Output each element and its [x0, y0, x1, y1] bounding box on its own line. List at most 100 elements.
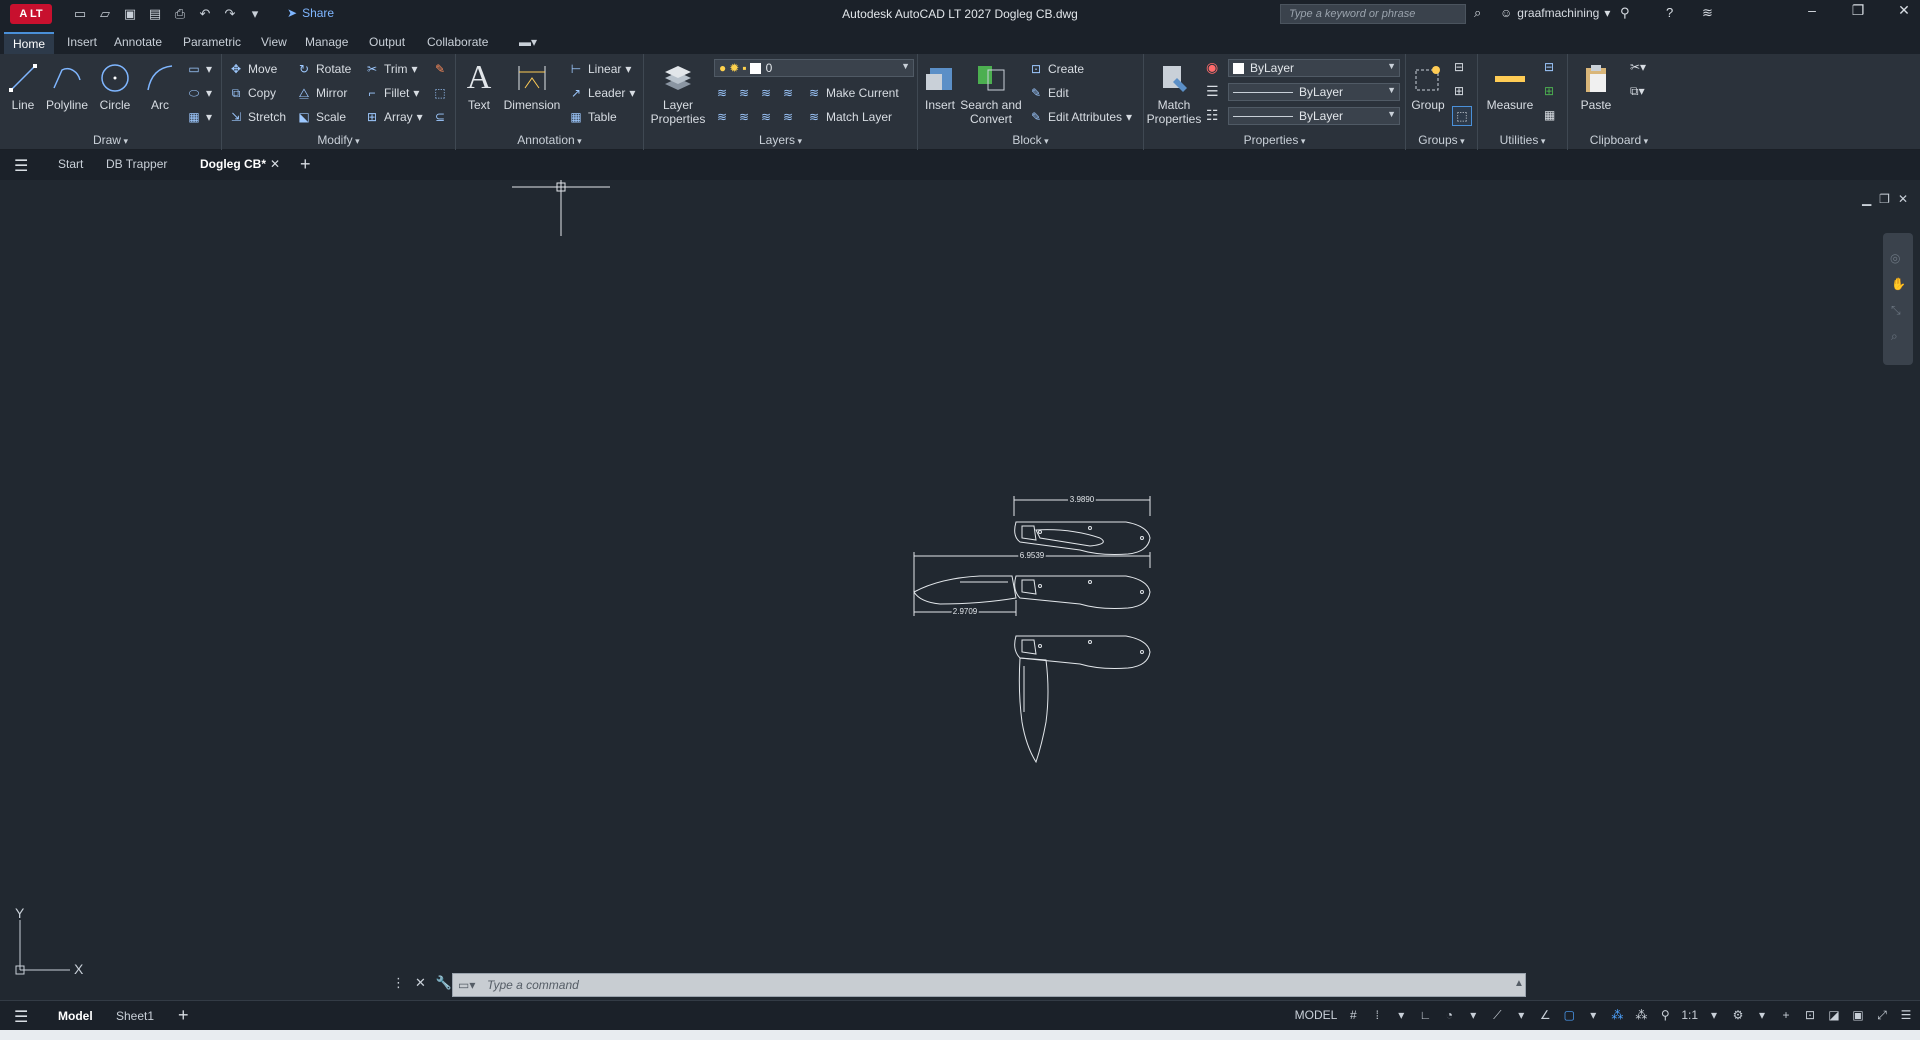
table-button[interactable]: ▦ Table — [568, 108, 616, 126]
tab-db-trapper[interactable]: DB Trapper — [106, 157, 167, 171]
explode-button[interactable]: ⬚ — [432, 84, 448, 102]
pan-icon[interactable]: ✋ — [1891, 277, 1906, 291]
layer-lock-icon[interactable]: ≋ — [780, 85, 796, 101]
object-snap-tracking-icon[interactable]: ∠ — [1537, 1007, 1553, 1023]
dimension-button[interactable]: Dimension — [500, 58, 564, 112]
match-properties-button[interactable]: Match Properties — [1146, 58, 1202, 126]
edit-block-button[interactable]: ✎ Edit — [1028, 84, 1069, 102]
new-tab-icon[interactable]: + — [300, 154, 311, 175]
layer-freeze-icon[interactable]: ≋ — [758, 85, 774, 101]
snap-icon[interactable]: ⁞ — [1369, 1007, 1385, 1023]
insert-button[interactable]: Insert — [920, 58, 960, 112]
tab-manage[interactable]: Manage — [296, 32, 357, 54]
orbit-icon[interactable]: ⌕ — [1891, 329, 1898, 344]
tab-model[interactable]: Model — [58, 1009, 93, 1023]
command-input[interactable]: Type a command — [452, 973, 1526, 997]
chevron-down-icon[interactable]: ▾ — [1513, 1007, 1529, 1023]
group-button[interactable]: Group — [1408, 58, 1448, 112]
layers-panel-title[interactable]: Layers — [644, 133, 917, 147]
layer-unisolate-icon[interactable]: ≋ — [736, 109, 752, 125]
redo-icon[interactable]: ↷ — [220, 4, 240, 24]
model-space-toggle[interactable]: MODEL — [1295, 1008, 1338, 1022]
zoom-extents-icon[interactable]: ⤡ — [1891, 303, 1901, 318]
search-and-convert-button[interactable]: Search and Convert — [958, 58, 1024, 126]
ortho-icon[interactable]: ∟ — [1417, 1007, 1433, 1023]
application-menu-button[interactable]: A LT — [10, 4, 52, 24]
workspace-gear-icon[interactable]: ⚙ — [1730, 1007, 1746, 1023]
tab-start[interactable]: Start — [58, 157, 83, 171]
file-tabs-menu-icon[interactable]: ☰ — [14, 156, 28, 176]
user-account-menu[interactable]: ☺ graafmachining ▾ — [1500, 6, 1610, 20]
ribbon-display-toggle[interactable]: ▬▾ — [510, 32, 546, 54]
chevron-down-icon[interactable]: ▾ — [1393, 1007, 1409, 1023]
drawing-canvas[interactable]: ▁ ❐ ✕ ◎ ✋ ⤡ ⌕ 3.9890 6.9539 2.9709 Y X — [0, 180, 1920, 976]
layer-unlock-all-icon[interactable]: ≋ — [780, 109, 796, 125]
paste-button[interactable]: Paste — [1574, 58, 1618, 112]
layer-thaw-all-icon[interactable]: ≋ — [758, 109, 774, 125]
utilities-panel-title[interactable]: Utilities — [1478, 133, 1567, 147]
groups-panel-title[interactable]: Groups — [1406, 133, 1477, 147]
tab-insert[interactable]: Insert — [58, 32, 106, 54]
tab-sheet1[interactable]: Sheet1 — [116, 1009, 154, 1023]
command-close-icon[interactable]: ✕ — [415, 975, 426, 991]
polyline-button[interactable]: Polyline — [42, 58, 92, 112]
erase-button[interactable]: ✎ — [432, 60, 448, 78]
knife-drawing[interactable]: 3.9890 6.9539 2.9709 — [900, 492, 1160, 792]
customization-menu-icon[interactable]: ☰ — [1898, 1007, 1914, 1023]
viewport-restore-icon[interactable]: ❐ — [1879, 192, 1890, 206]
group-edit-icon[interactable]: ⊞ — [1454, 84, 1464, 98]
line-button[interactable]: Line — [4, 58, 42, 112]
help-search-input[interactable]: Type a keyword or phrase — [1280, 4, 1466, 24]
leader-button[interactable]: ↗ Leader ▾ — [568, 84, 635, 102]
close-icon[interactable]: ✕ — [1896, 2, 1912, 19]
chevron-down-icon[interactable]: ▾ — [1754, 1007, 1770, 1023]
new-file-icon[interactable]: ▭ — [70, 4, 90, 24]
copy-clip-icon[interactable]: ⧉▾ — [1630, 84, 1645, 99]
steering-wheel-icon[interactable]: ◎ — [1890, 251, 1900, 265]
tab-collaborate[interactable]: Collaborate — [418, 32, 497, 54]
block-panel-title[interactable]: Block — [918, 133, 1143, 147]
recent-commands-icon[interactable]: ▭▾ — [458, 978, 475, 992]
lineweight-dropdown[interactable]: ByLayer ▼ — [1228, 83, 1400, 101]
annotation-scale-icon[interactable]: ⚲ — [1657, 1007, 1673, 1023]
hatch-button[interactable]: ▦ ▾ — [186, 108, 212, 126]
command-history-expand-icon[interactable]: ▲ — [1514, 978, 1524, 989]
tab-view[interactable]: View — [252, 32, 296, 54]
tab-dogleg-cb[interactable]: Dogleg CB* — [200, 157, 266, 171]
tab-annotate[interactable]: Annotate — [105, 32, 171, 54]
units-icon[interactable]: + — [1778, 1007, 1794, 1023]
help-icon[interactable]: ? — [1666, 5, 1673, 20]
arc-button[interactable]: Arc — [142, 58, 178, 112]
select-all-icon[interactable]: ⊞ — [1544, 84, 1554, 98]
move-button[interactable]: ✥ Move — [228, 60, 277, 78]
dimension-top-value[interactable]: 3.9890 — [1068, 493, 1097, 506]
calculator-icon[interactable]: ▦ — [1544, 108, 1555, 122]
stretch-button[interactable]: ⇲ Stretch — [228, 108, 286, 126]
edit-attributes-button[interactable]: ✎ Edit Attributes ▾ — [1028, 108, 1132, 126]
undo-icon[interactable]: ↶ — [195, 4, 215, 24]
search-icon[interactable]: ⌕ — [1474, 5, 1481, 21]
layout-tabs-menu-icon[interactable]: ☰ — [14, 1007, 28, 1027]
scale-button[interactable]: ⬕ Scale — [296, 108, 346, 126]
share-button[interactable]: ➤ Share — [287, 6, 334, 20]
make-current-button[interactable]: ≋ Make Current — [806, 84, 899, 102]
chevron-down-icon[interactable]: ▾ — [1585, 1007, 1601, 1023]
tab-parametric[interactable]: Parametric — [174, 32, 250, 54]
text-button[interactable]: A Text — [462, 58, 496, 112]
group-selection-toggle-icon[interactable]: ⬚ — [1452, 106, 1472, 126]
layer-dropdown[interactable]: ● ✹ ▪ 0 ▼ — [714, 59, 914, 77]
isodraft-icon[interactable]: ⟋ — [1489, 1007, 1505, 1023]
quick-select-icon[interactable]: ⊟ — [1544, 60, 1554, 74]
trim-button[interactable]: ✂ Trim ▾ — [364, 60, 418, 78]
layer-isolate-icon[interactable]: ≋ — [736, 85, 752, 101]
circle-button[interactable]: Circle — [96, 58, 134, 112]
color-dropdown[interactable]: ByLayer ▼ — [1228, 59, 1400, 77]
rotate-button[interactable]: ↻ Rotate — [296, 60, 351, 78]
feedback-icon[interactable]: ≋ — [1702, 5, 1713, 21]
autodesk-app-store-icon[interactable]: ⚲ — [1620, 5, 1630, 21]
navigation-bar[interactable]: ◎ ✋ ⤡ ⌕ — [1883, 233, 1913, 365]
copy-button[interactable]: ⧉ Copy — [228, 84, 276, 102]
clipboard-panel-title[interactable]: Clipboard — [1568, 133, 1670, 147]
save-icon[interactable]: ▣ — [120, 4, 140, 24]
quick-properties-icon[interactable]: ⊡ — [1802, 1007, 1818, 1023]
